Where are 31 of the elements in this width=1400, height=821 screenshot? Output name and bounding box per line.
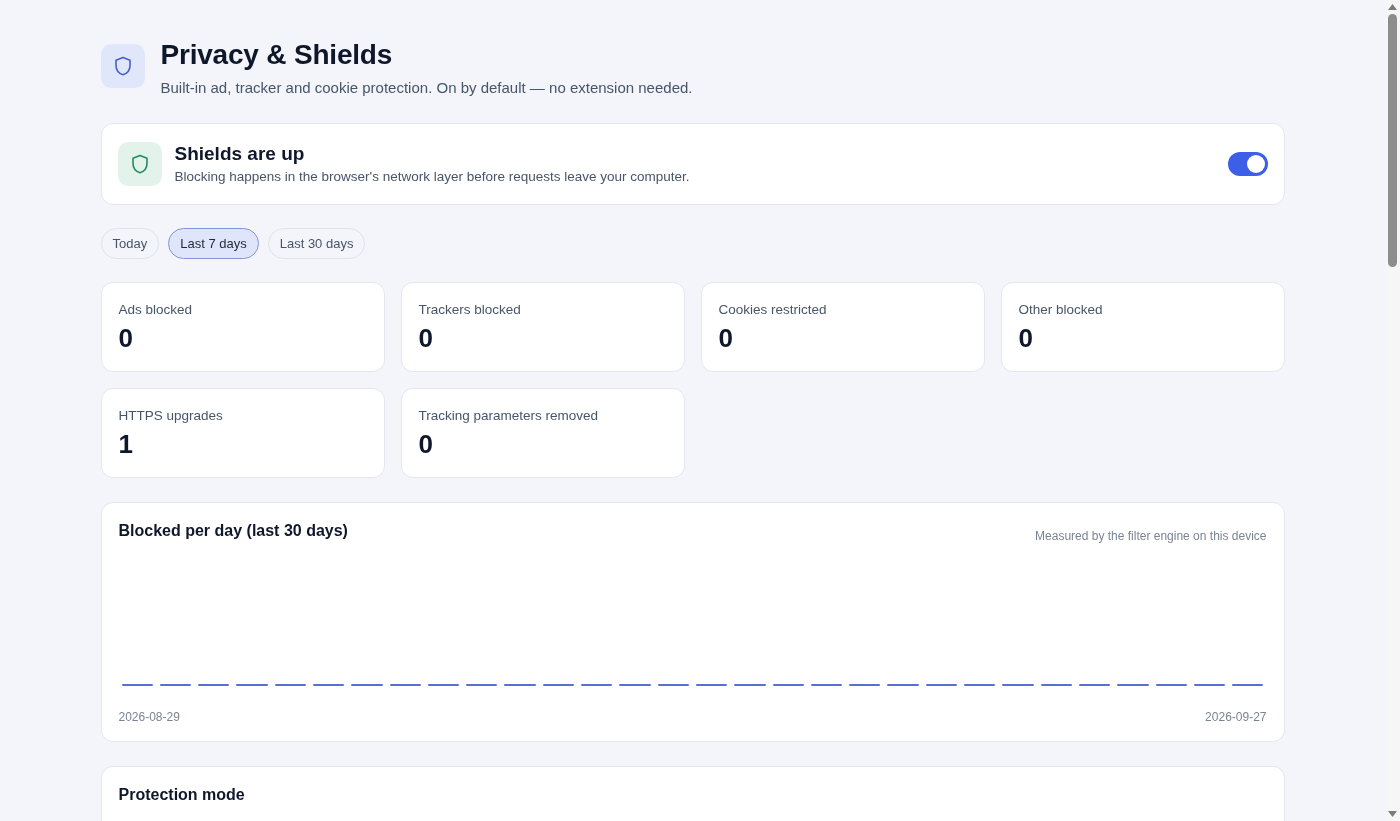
range-tab[interactable]: Last 30 days xyxy=(267,228,366,259)
stat-label: Tracking parameters removed xyxy=(418,407,600,425)
shield-icon xyxy=(117,142,162,186)
range-tab[interactable]: Today xyxy=(100,228,160,259)
date-label: 2026-08-29 xyxy=(118,709,180,725)
stat-value: 0 xyxy=(418,322,434,354)
chart-note: Measured by the filter engine on this device xyxy=(1035,528,1267,544)
shields-title: Shields are up xyxy=(174,142,306,166)
scroll-down-arrow-icon[interactable] xyxy=(1388,811,1397,817)
stat-label: HTTPS upgrades xyxy=(118,407,224,425)
date-label: 2026-09-27 xyxy=(1205,709,1267,725)
shield-icon xyxy=(100,44,145,88)
page-subtitle: Built-in ad, tracker and cookie protection. On by default — no extension needed. xyxy=(160,78,693,98)
shields-toggle[interactable] xyxy=(1227,152,1268,176)
stat-label: Trackers blocked xyxy=(418,301,522,319)
stat-value: 0 xyxy=(418,428,434,460)
stat-value: 0 xyxy=(718,322,734,354)
stat-label: Other blocked xyxy=(1018,301,1104,319)
stat-value: 0 xyxy=(1018,322,1034,354)
chart-title: Blocked per day (last 30 days) xyxy=(118,521,348,541)
scroll-up-arrow-icon[interactable] xyxy=(1388,4,1397,10)
range-tab[interactable]: Last 7 days xyxy=(168,228,259,259)
stat-label: Cookies restricted xyxy=(718,301,828,319)
stat-value: 1 xyxy=(118,428,134,460)
stat-value: 0 xyxy=(118,322,134,354)
scrollbar-track[interactable] xyxy=(1385,0,1400,821)
scrollbar-thumb[interactable] xyxy=(1388,14,1397,267)
section-title: Protection mode xyxy=(118,785,246,805)
stat-label: Ads blocked xyxy=(118,301,194,319)
shields-description: Blocking happens in the browser's network layer before requests leave your computer. xyxy=(174,168,691,186)
page-title: Privacy & Shields xyxy=(160,38,394,72)
